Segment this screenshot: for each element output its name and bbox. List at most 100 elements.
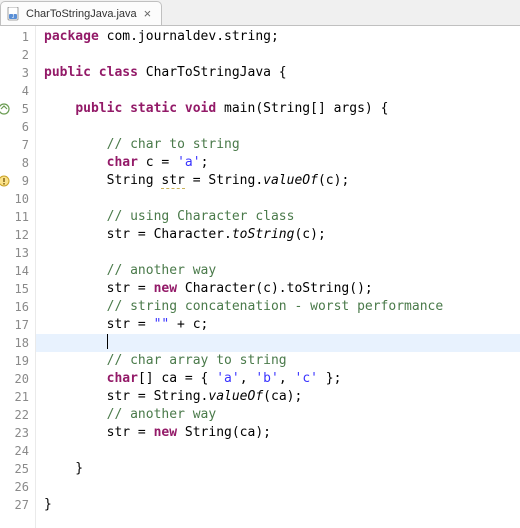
code-token: str = Character. [44,227,232,242]
gutter-line: 11 [0,208,35,226]
code-line[interactable]: str = Character.toString(c); [44,226,520,244]
gutter-line: 9 [0,172,35,190]
code-line[interactable]: // using Character class [44,208,520,226]
code-line[interactable]: str = "" + c; [44,316,520,334]
code-line[interactable]: // char to string [44,136,520,154]
code-token: new [154,425,177,440]
gutter-line: 12 [0,226,35,244]
code-token [44,137,107,152]
code-token: String [44,173,161,188]
editor-tab[interactable]: J CharToStringJava.java × [0,1,162,25]
code-token: (c); [294,227,325,242]
java-file-icon: J [7,7,21,21]
code-line[interactable] [44,46,520,64]
code-line[interactable]: // another way [44,262,520,280]
code-line[interactable] [44,442,520,460]
gutter-line: 24 [0,442,35,460]
code-token [44,371,107,386]
gutter-line: 7 [0,136,35,154]
code-token [44,263,107,278]
code-token: = String. [185,173,263,188]
code-token: str = [44,281,154,296]
gutter-line: 22 [0,406,35,424]
code-token [44,155,107,170]
code-token: // another way [107,407,217,422]
gutter-line: 20 [0,370,35,388]
code-token: } [44,461,83,476]
code-line[interactable]: public static void main(String[] args) { [44,100,520,118]
code-line[interactable]: } [44,496,520,514]
tab-filename: CharToStringJava.java [26,8,137,20]
gutter-line: 14 [0,262,35,280]
code-token: "" [154,317,170,332]
code-token: char [107,371,138,386]
code-token: str = [44,317,154,332]
code-line[interactable]: // another way [44,406,520,424]
code-area[interactable]: package com.journaldev.string; public cl… [36,26,520,528]
code-token: 'c' [295,371,318,386]
text-caret [107,334,108,349]
close-icon[interactable]: × [142,6,154,21]
code-token: }; [318,371,341,386]
code-token: // string concatenation - worst performa… [107,299,444,314]
code-token: package [44,29,107,44]
code-token: toString [232,227,295,242]
code-line[interactable]: str = new String(ca); [44,424,520,442]
gutter-line: 13 [0,244,35,262]
code-token: 'a' [216,371,239,386]
code-token: CharToStringJava { [146,65,287,80]
code-line[interactable]: str = String.valueOf(ca); [44,388,520,406]
gutter-line: 19 [0,352,35,370]
gutter-line: 10 [0,190,35,208]
gutter-line: 18 [0,334,35,352]
gutter: 1234567891011121314151617181920212223242… [0,26,36,528]
warning-marker [0,174,10,186]
code-token: main(String[] args) { [224,101,388,116]
code-line[interactable]: public class CharToStringJava { [44,64,520,82]
code-line[interactable]: String str = String.valueOf(c); [44,172,520,190]
code-token: , [279,371,295,386]
code-token: , [240,371,256,386]
code-token: + c; [169,317,208,332]
code-token: valueOf [208,389,263,404]
gutter-line: 25 [0,460,35,478]
code-token [44,299,107,314]
gutter-line: 26 [0,478,35,496]
code-token [44,101,75,116]
gutter-line: 2 [0,46,35,64]
code-line[interactable]: package com.journaldev.string; [44,28,520,46]
code-token: c = [138,155,177,170]
code-line[interactable] [36,334,520,352]
gutter-line: 8 [0,154,35,172]
code-line[interactable]: char[] ca = { 'a', 'b', 'c' }; [44,370,520,388]
code-line[interactable]: } [44,460,520,478]
code-line[interactable]: char c = 'a'; [44,154,520,172]
gutter-line: 15 [0,280,35,298]
code-line[interactable] [44,478,520,496]
code-token: Character(c).toString(); [177,281,373,296]
override-marker [0,102,10,114]
code-token [44,209,107,224]
code-token [44,335,107,350]
gutter-line: 5 [0,100,35,118]
gutter-line: 27 [0,496,35,514]
gutter-line: 3 [0,64,35,82]
code-line[interactable]: // string concatenation - worst performa… [44,298,520,316]
code-token: // char array to string [107,353,287,368]
gutter-line: 4 [0,82,35,100]
code-line[interactable] [44,82,520,100]
code-token: new [154,281,177,296]
code-token: ; [201,155,209,170]
code-line[interactable] [44,118,520,136]
code-line[interactable] [44,244,520,262]
code-token: 'a' [177,155,200,170]
tab-bar: J CharToStringJava.java × [0,0,520,26]
code-line[interactable]: str = new Character(c).toString(); [44,280,520,298]
code-line[interactable]: // char array to string [44,352,520,370]
gutter-line: 17 [0,316,35,334]
code-token: com.journaldev.string; [107,29,279,44]
code-line[interactable] [44,190,520,208]
code-token: // another way [107,263,217,278]
gutter-line: 21 [0,388,35,406]
code-token: [] ca = { [138,371,216,386]
